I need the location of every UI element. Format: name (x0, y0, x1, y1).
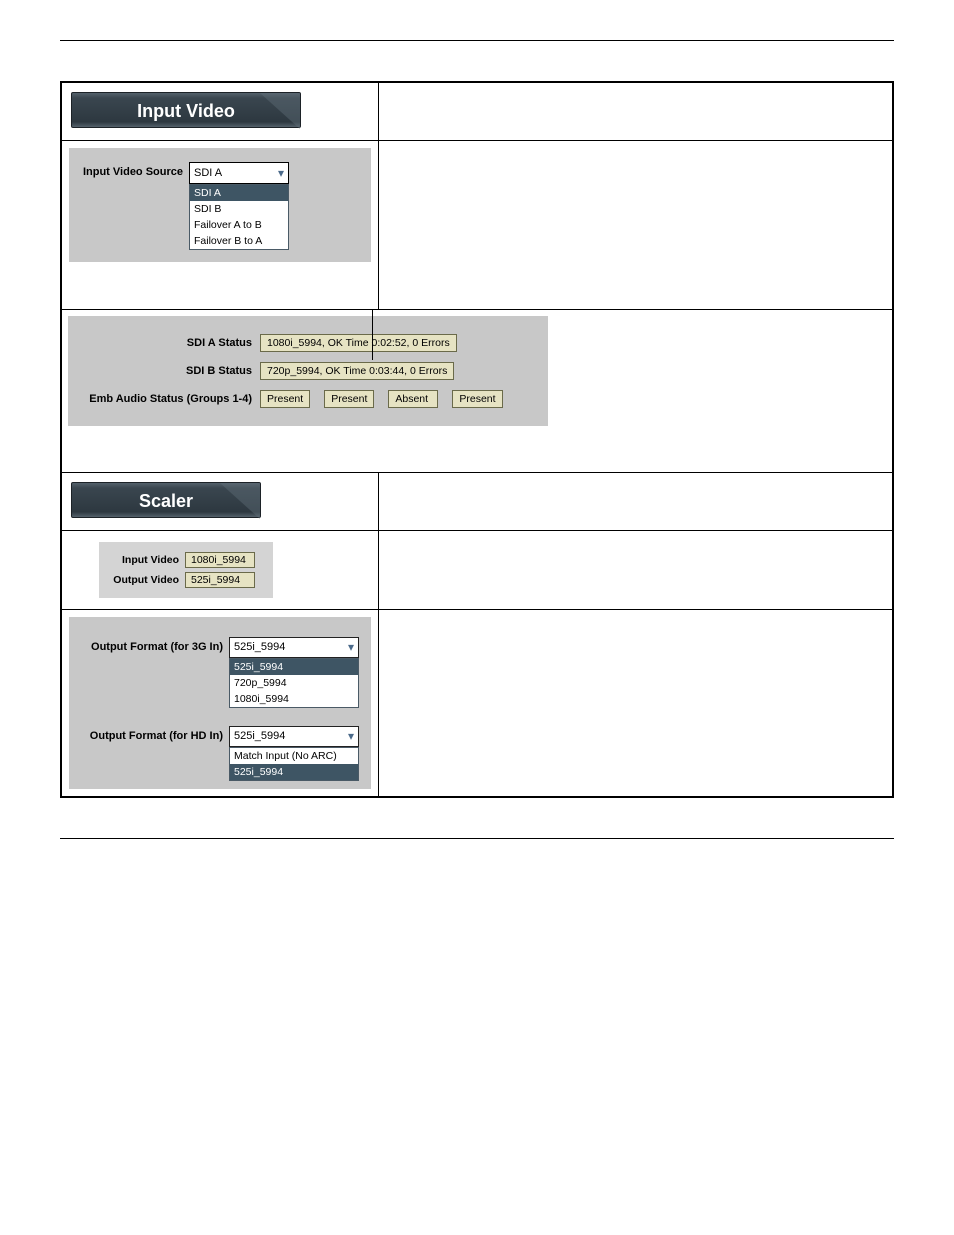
option-sdi-b[interactable]: SDI B (190, 201, 288, 217)
input-video-source-block: Input Video Source SDI A ▾ SDI A SDI B F… (69, 148, 371, 262)
scaler-output-value: 525i_5994 (185, 572, 255, 588)
of-hd-opt-match[interactable]: Match Input (No ARC) (230, 748, 358, 764)
chevron-down-icon: ▾ (348, 729, 354, 743)
input-video-header: Input Video (71, 92, 301, 128)
divider-stub (372, 310, 373, 360)
emb-audio-g4: Present (452, 390, 502, 408)
sdi-b-status-label: SDI B Status (80, 365, 260, 377)
of-3g-opt-1080[interactable]: 1080i_5994 (230, 691, 358, 707)
empty-cell (379, 530, 894, 609)
scaler-input-value: 1080i_5994 (185, 552, 255, 568)
scaler-status-block: Input Video 1080i_5994 Output Video 525i… (99, 542, 273, 598)
of-hd-select[interactable]: 525i_5994 ▾ (229, 726, 359, 747)
of-hd-opt-525[interactable]: 525i_5994 (230, 764, 358, 780)
main-table: Input Video Input Video Source SDI A ▾ (60, 81, 894, 798)
of-hd-label: Output Format (for HD In) (81, 726, 229, 742)
scaler-input-label: Input Video (113, 554, 185, 566)
status-block: SDI A Status 1080i_5994, OK Time 0:02:52… (68, 316, 548, 426)
emb-audio-status-label: Emb Audio Status (Groups 1-4) (80, 393, 260, 405)
input-video-source-select[interactable]: SDI A ▾ (189, 162, 289, 184)
select-value: SDI A (194, 167, 222, 179)
output-format-block: Output Format (for 3G In) 525i_5994 ▾ 52… (69, 617, 371, 789)
option-failover-ba[interactable]: Failover B to A (190, 233, 288, 249)
input-video-source-options[interactable]: SDI A SDI B Failover A to B Failover B t… (189, 184, 289, 250)
empty-cell (379, 140, 894, 309)
sdi-a-status-label: SDI A Status (80, 337, 260, 349)
chevron-down-icon: ▾ (278, 166, 284, 180)
of-hd-options[interactable]: Match Input (No ARC) 525i_5994 (229, 747, 359, 781)
emb-audio-g3: Absent (388, 390, 438, 408)
emb-audio-g1: Present (260, 390, 310, 408)
emb-audio-g2: Present (324, 390, 374, 408)
option-sdi-a[interactable]: SDI A (190, 185, 288, 201)
of-hd-value: 525i_5994 (234, 730, 285, 742)
of-3g-select[interactable]: 525i_5994 ▾ (229, 637, 359, 658)
of-3g-value: 525i_5994 (234, 641, 285, 653)
scaler-header: Scaler (71, 482, 261, 518)
of-3g-opt-525[interactable]: 525i_5994 (230, 659, 358, 675)
of-3g-opt-720[interactable]: 720p_5994 (230, 675, 358, 691)
chevron-down-icon: ▾ (348, 640, 354, 654)
of-3g-options[interactable]: 525i_5994 720p_5994 1080i_5994 (229, 658, 359, 708)
bottom-rule (60, 838, 894, 839)
option-failover-ab[interactable]: Failover A to B (190, 217, 288, 233)
top-rule (60, 40, 894, 41)
empty-cell (379, 609, 894, 797)
sdi-b-status-value: 720p_5994, OK Time 0:03:44, 0 Errors (260, 362, 454, 380)
sdi-a-status-value: 1080i_5994, OK Time 0:02:52, 0 Errors (260, 334, 457, 352)
empty-cell (379, 82, 894, 140)
scaler-output-label: Output Video (113, 574, 185, 586)
input-video-source-label: Input Video Source (81, 162, 189, 178)
empty-cell (379, 472, 894, 530)
of-3g-label: Output Format (for 3G In) (81, 637, 229, 653)
